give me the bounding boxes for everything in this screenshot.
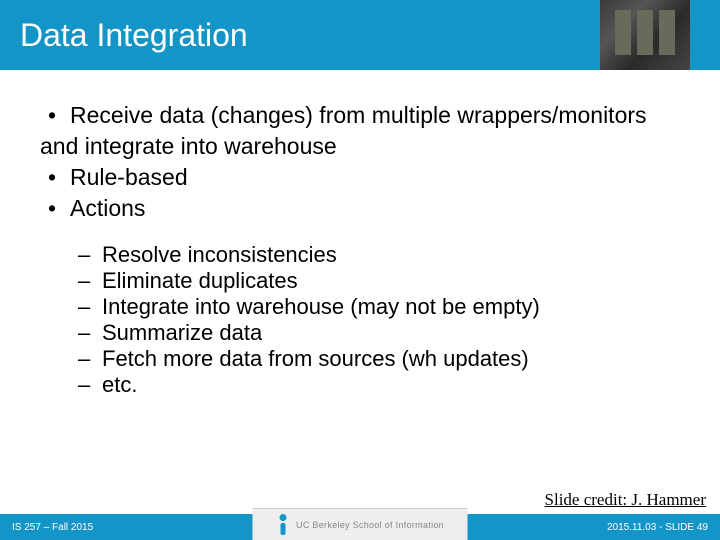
slide-footer: IS 257 – Fall 2015 UC Berkeley School of… xyxy=(0,514,720,540)
header-decorative-image xyxy=(600,0,690,70)
footer-center-badge: UC Berkeley School of Information xyxy=(253,508,468,540)
slide-credit: Slide credit: J. Hammer xyxy=(545,490,706,510)
slide-content: Receive data (changes) from multiple wra… xyxy=(0,70,720,398)
sub-bullet-list: Resolve inconsistencies Eliminate duplic… xyxy=(78,242,680,398)
sub-bullet-item: Resolve inconsistencies xyxy=(78,242,680,268)
footer-right-text: 2015.11.03 - SLIDE 49 xyxy=(607,522,708,533)
sub-bullet-item: Fetch more data from sources (wh updates… xyxy=(78,346,680,372)
sub-bullet-item: Eliminate duplicates xyxy=(78,268,680,294)
bullet-item: Receive data (changes) from multiple wra… xyxy=(40,100,680,162)
main-bullet-list: Receive data (changes) from multiple wra… xyxy=(40,100,680,224)
slide-title: Data Integration xyxy=(20,17,248,54)
sub-bullet-item: etc. xyxy=(78,372,680,398)
footer-left-text: IS 257 – Fall 2015 xyxy=(12,522,93,533)
bullet-item: Actions xyxy=(40,193,680,224)
berkeley-logo-icon xyxy=(276,514,290,536)
footer-center-text: UC Berkeley School of Information xyxy=(296,520,444,530)
sub-bullet-item: Integrate into warehouse (may not be emp… xyxy=(78,294,680,320)
bullet-item: Rule-based xyxy=(40,162,680,193)
sub-bullet-item: Summarize data xyxy=(78,320,680,346)
slide-header: Data Integration xyxy=(0,0,720,70)
